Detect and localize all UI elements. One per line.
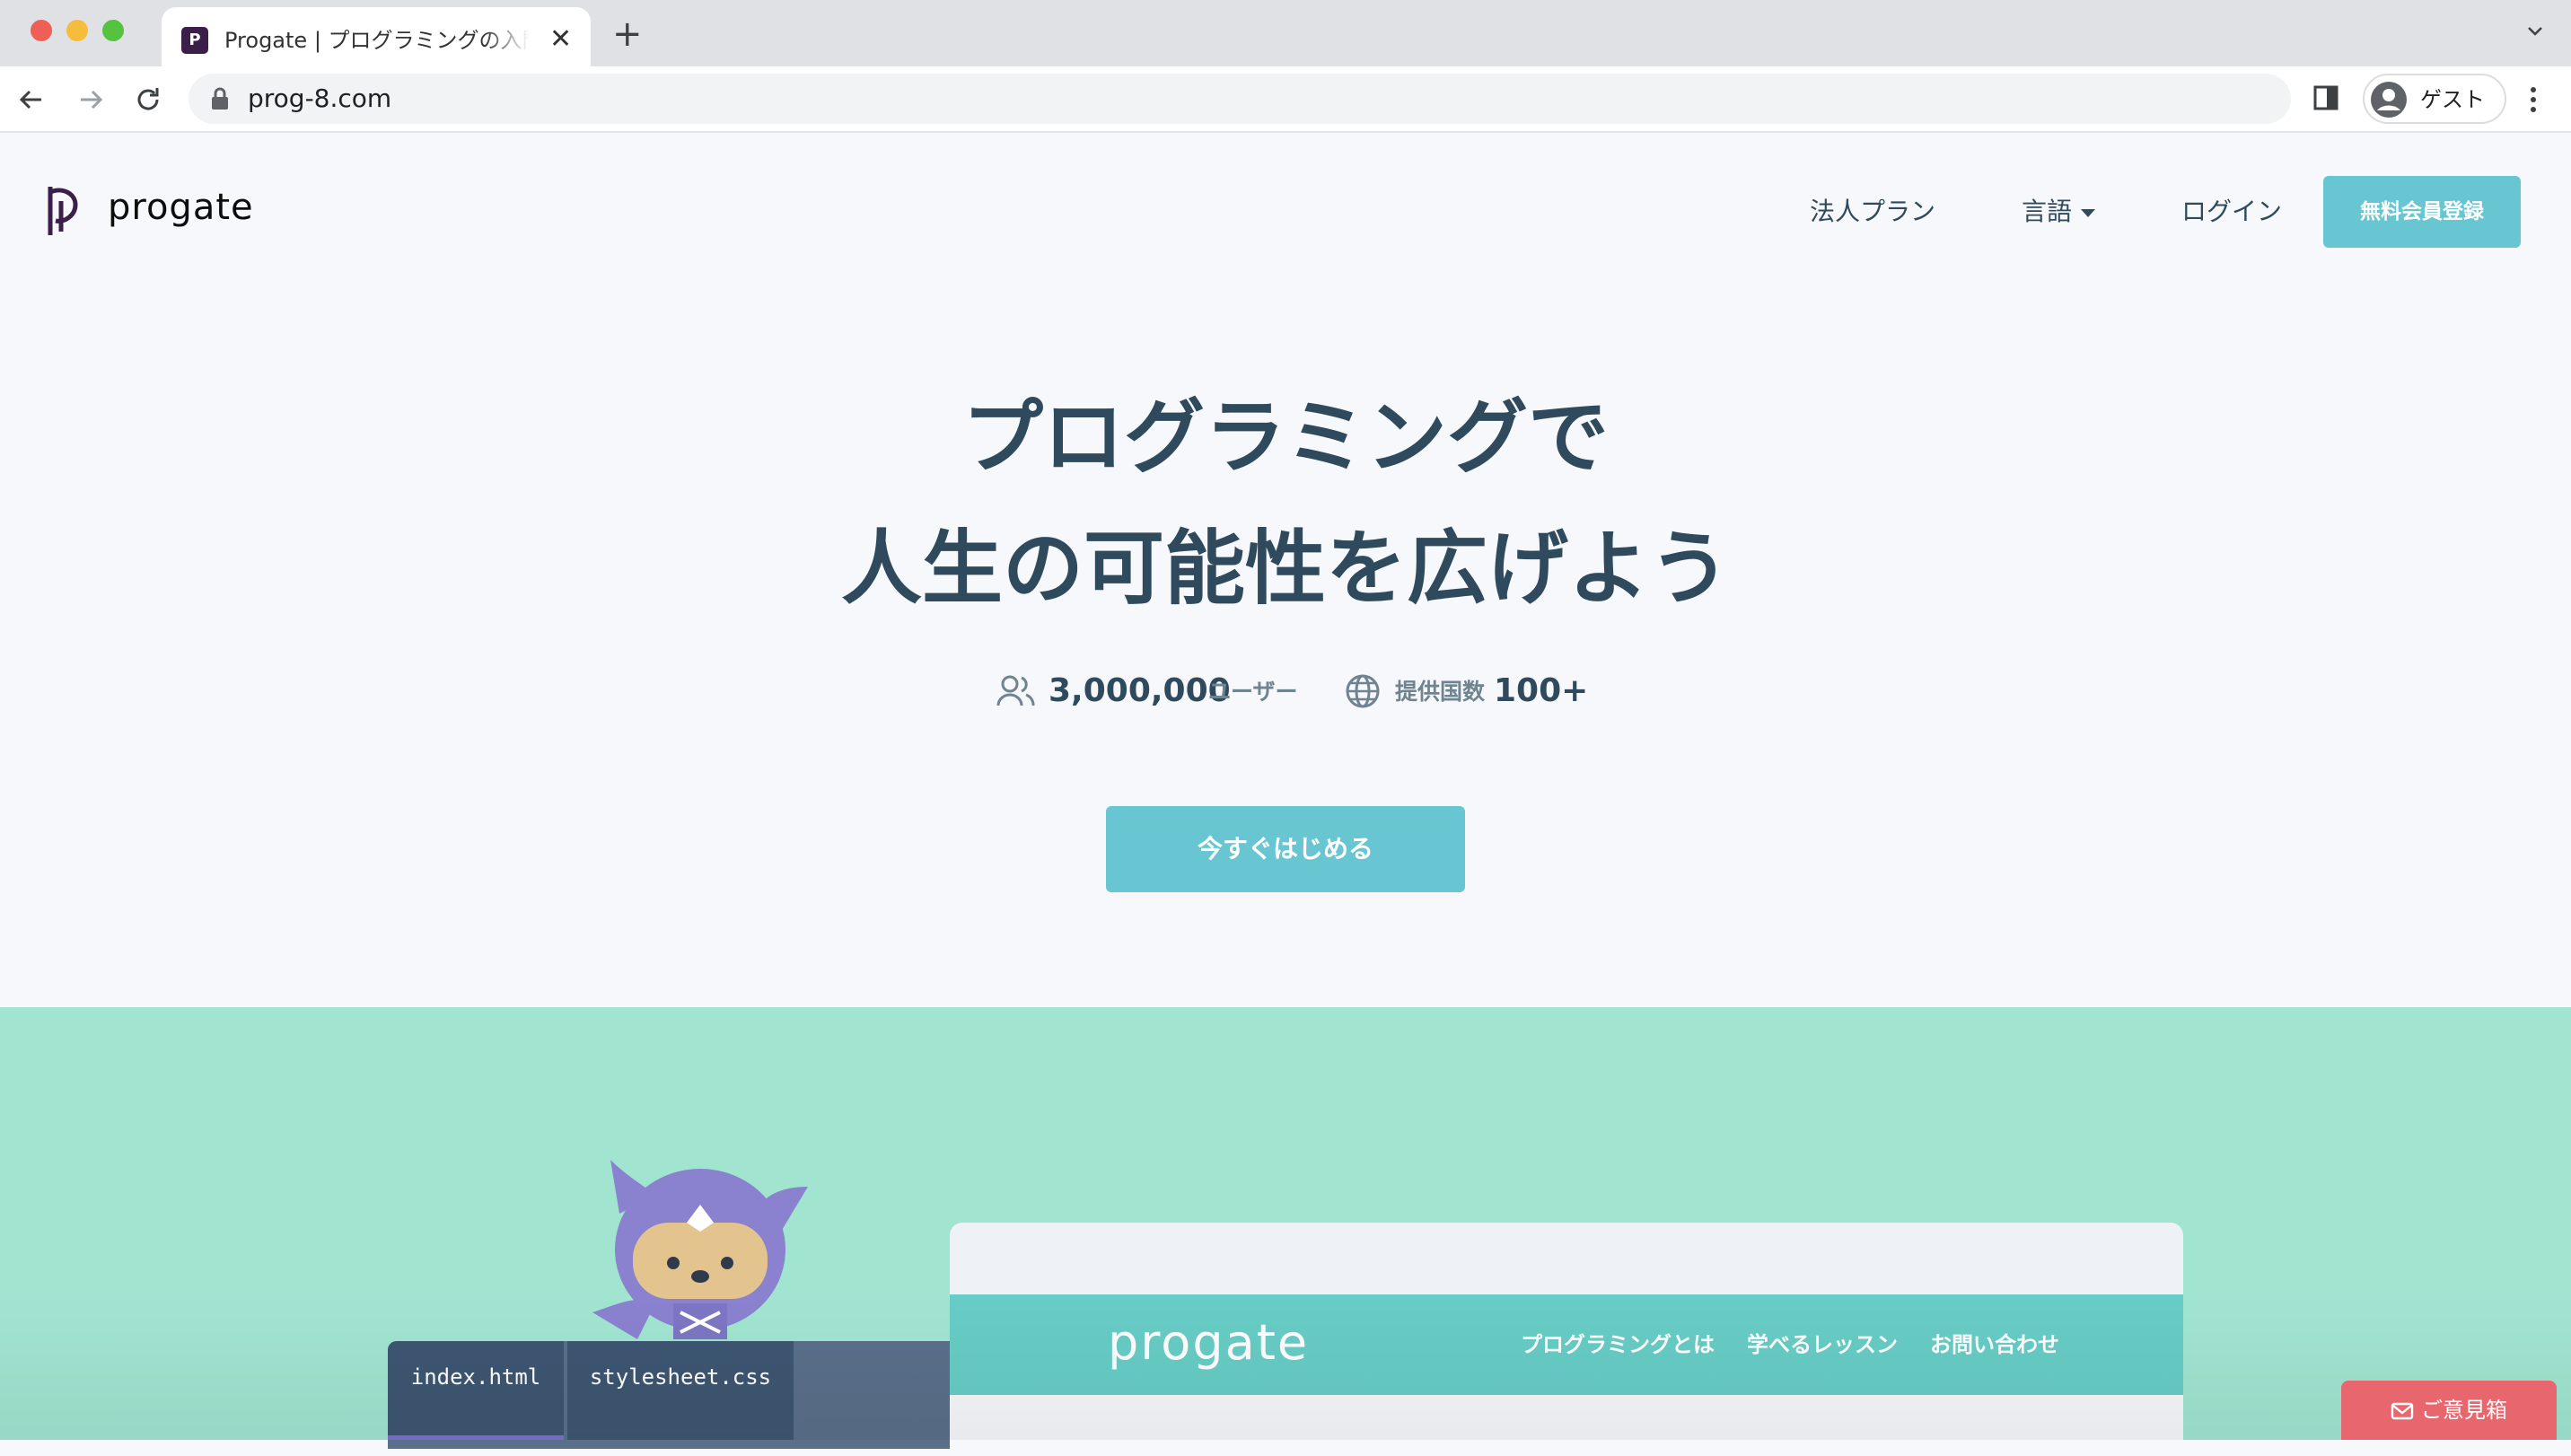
side-panel-icon[interactable]: [2312, 84, 2339, 115]
countries-count: 100+: [1494, 672, 1589, 709]
preview-mock-site: progate プログラミングとは 学べるレッスン お問い合わせ: [950, 1223, 2183, 1456]
tab-search-chevron-icon[interactable]: [2524, 20, 2546, 45]
mock-logo: progate: [1108, 1314, 1310, 1371]
globe-icon: [1345, 673, 1381, 713]
code-editor: index.html stylesheet.css: [388, 1341, 1027, 1449]
hero-title-line1: プログラミングで: [962, 390, 1609, 485]
browser-tab-strip: P Progate | プログラミングの入門なら ✕ +: [0, 0, 2571, 66]
countries-label: 提供国数: [1395, 679, 1486, 705]
profile-button[interactable]: ゲスト: [2363, 74, 2506, 124]
nav-language-label: 言語: [2022, 197, 2073, 226]
page-content: progate 法人プラン 言語 ログイン 無料会員登録 プログラミングで 人生…: [0, 133, 2571, 1456]
reload-icon[interactable]: [131, 83, 165, 117]
forward-arrow-icon[interactable]: [74, 83, 108, 117]
window-maximize-button[interactable]: [102, 20, 124, 41]
hero-title-line2: 人生の可能性を広げよう: [841, 522, 1730, 616]
caret-down-icon: [2081, 208, 2096, 217]
back-arrow-icon[interactable]: [14, 83, 48, 117]
mock-body: [950, 1395, 2183, 1456]
users-icon: [996, 673, 1036, 713]
nav-language-dropdown[interactable]: 言語: [2022, 196, 2096, 228]
mock-link-lessons: 学べるレッスン: [1747, 1332, 1898, 1357]
editor-tab-stylesheet-css[interactable]: stylesheet.css: [567, 1341, 794, 1440]
profile-label: ゲスト: [2420, 87, 2485, 112]
tab-close-icon[interactable]: ✕: [549, 23, 572, 56]
start-now-button[interactable]: 今すぐはじめる: [1106, 806, 1465, 892]
window-close-button[interactable]: [31, 20, 52, 41]
progate-favicon-icon: P: [181, 27, 208, 54]
url-text[interactable]: prog-8.com: [248, 83, 391, 115]
new-tab-icon[interactable]: +: [612, 14, 643, 54]
window-minimize-button[interactable]: [66, 20, 88, 41]
nav-corporate-plan[interactable]: 法人プラン: [1810, 196, 1935, 228]
tab-title: Progate | プログラミングの入門なら: [224, 28, 530, 53]
address-bar[interactable]: prog-8.com: [189, 74, 2291, 124]
lock-icon[interactable]: [210, 86, 230, 115]
mock-link-contact: お問い合わせ: [1930, 1332, 2059, 1357]
mock-link-about: プログラミングとは: [1521, 1332, 1715, 1357]
ninja-wanko-mascot-icon: [584, 1151, 817, 1370]
users-count: 3,000,000: [1049, 672, 1231, 709]
browser-menu-icon[interactable]: [2528, 83, 2539, 120]
nav-login[interactable]: ログイン: [2181, 196, 2282, 228]
progate-logo-icon[interactable]: [45, 183, 92, 242]
logo-wordmark[interactable]: progate: [108, 185, 254, 230]
mail-icon: [2391, 1402, 2414, 1420]
free-signup-button[interactable]: 無料会員登録: [2323, 176, 2521, 248]
users-label: ユーザー: [1208, 679, 1298, 705]
demo-section: index.html stylesheet.css progate プログラミン…: [0, 1007, 2571, 1456]
feedback-label: ご意見箱: [2421, 1398, 2507, 1423]
editor-tab-index-html[interactable]: index.html: [388, 1341, 564, 1440]
browser-toolbar: prog-8.com ゲスト: [0, 66, 2571, 133]
mock-header: progate プログラミングとは 学べるレッスン お問い合わせ: [950, 1294, 2183, 1395]
feedback-button[interactable]: ご意見箱: [2341, 1381, 2557, 1440]
avatar-icon: [2370, 81, 2408, 122]
browser-tab-active[interactable]: P Progate | プログラミングの入門なら ✕: [162, 7, 591, 66]
